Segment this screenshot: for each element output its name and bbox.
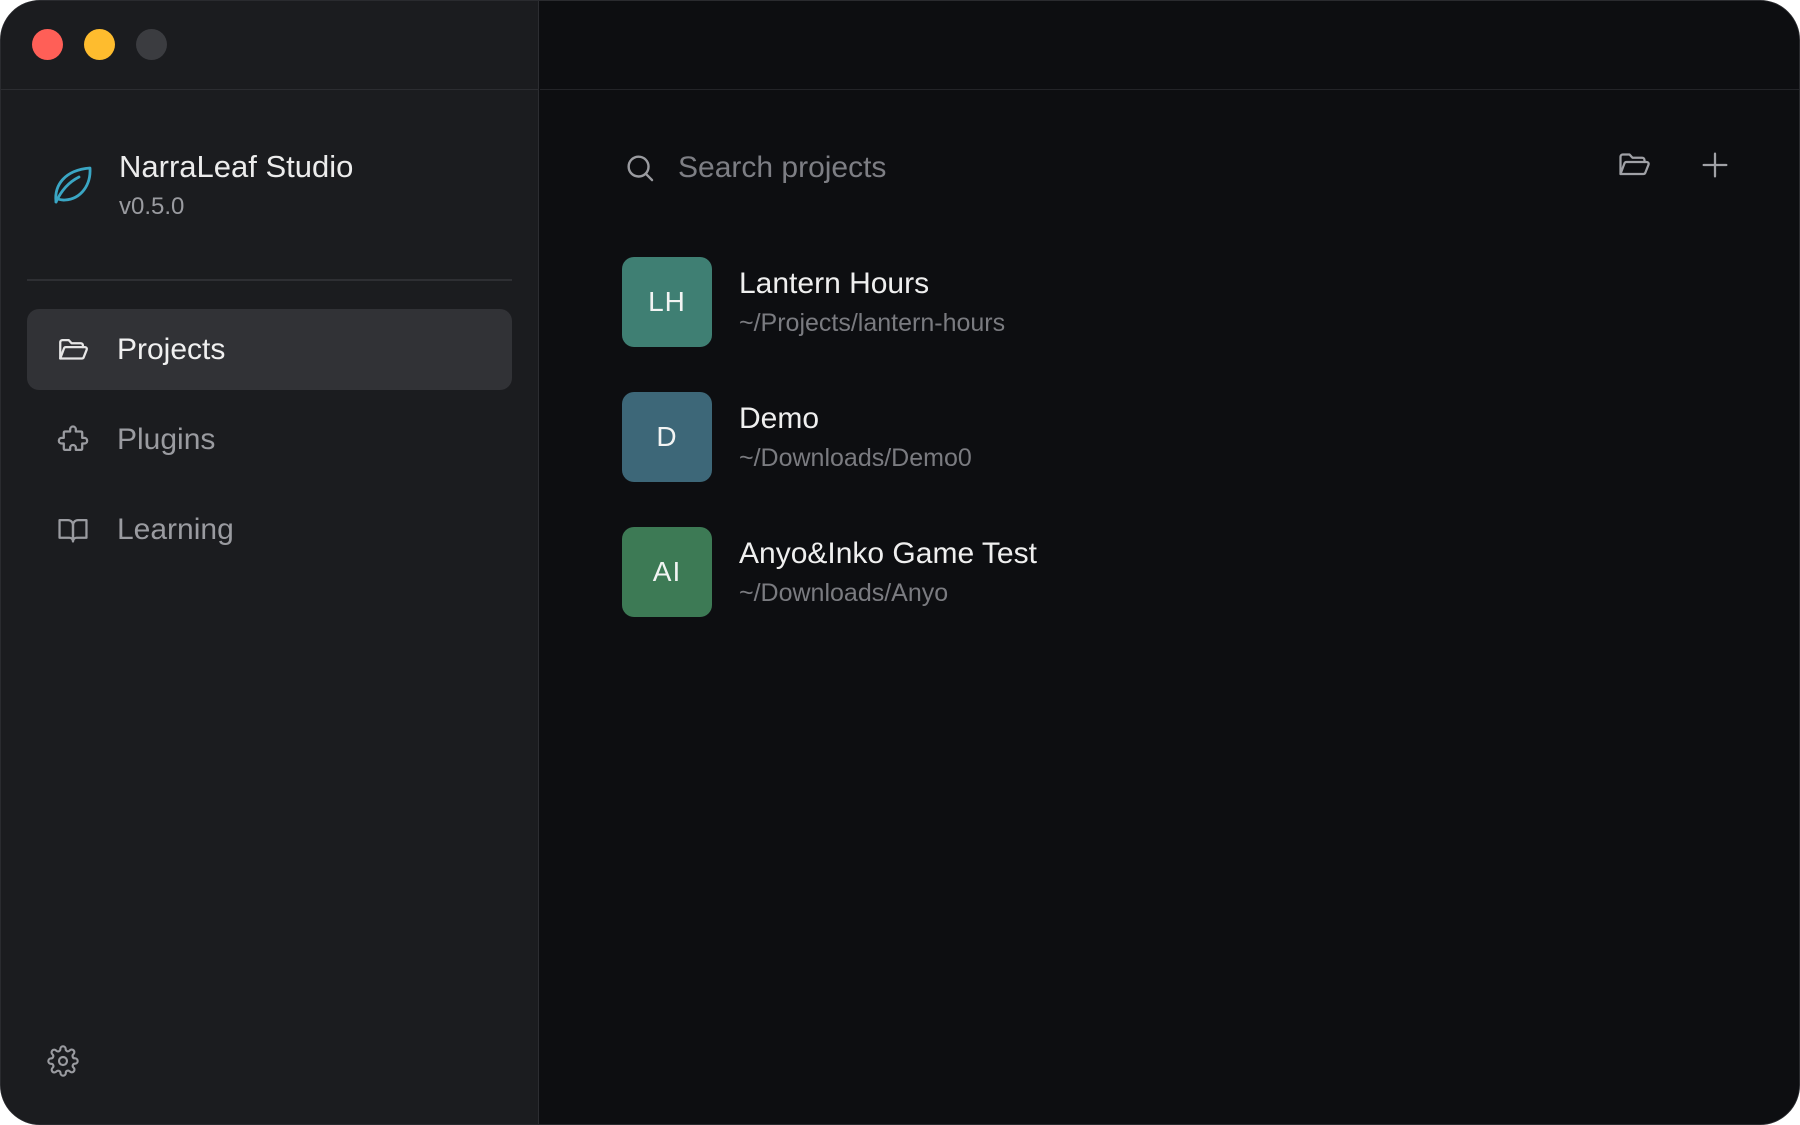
app-version: v0.5.0: [119, 193, 185, 220]
search-icon: [622, 150, 658, 186]
puzzle-icon: [55, 422, 91, 458]
window-close-button[interactable]: [32, 29, 63, 60]
settings-button[interactable]: [45, 1044, 81, 1082]
project-path: ~/Downloads/Anyo: [739, 579, 949, 607]
project-avatar: LH: [622, 257, 712, 347]
gear-icon: [47, 1044, 79, 1082]
window-minimize-button[interactable]: [84, 29, 115, 60]
project-name: Lantern Hours: [739, 267, 930, 300]
plus-icon: [1698, 148, 1732, 187]
sidebar-titlebar: [1, 1, 539, 90]
main-titlebar: [540, 1, 1799, 90]
folder-open-icon: [55, 332, 91, 368]
open-project-button[interactable]: [1614, 147, 1654, 187]
book-open-icon: [55, 512, 91, 548]
project-item-demo[interactable]: D Demo ~/Downloads/Demo0: [622, 392, 1722, 482]
project-item-anyo-inko[interactable]: AI Anyo&Inko Game Test ~/Downloads/Anyo: [622, 527, 1722, 617]
project-avatar: D: [622, 392, 712, 482]
project-info: Anyo&Inko Game Test ~/Downloads/Anyo: [739, 536, 1037, 608]
sidebar-item-label: Learning: [117, 512, 234, 546]
folder-open-icon: [1616, 147, 1652, 188]
app-name: NarraLeaf Studio: [119, 149, 354, 184]
leaf-icon: [49, 161, 97, 209]
sidebar-divider: [27, 279, 512, 281]
search-input[interactable]: [678, 151, 1278, 185]
project-name: Demo: [739, 402, 820, 435]
window-zoom-button[interactable]: [136, 29, 167, 60]
brand: NarraLeaf Studio v0.5.0: [49, 149, 509, 229]
project-info: Demo ~/Downloads/Demo0: [739, 401, 972, 473]
project-item-lantern-hours[interactable]: LH Lantern Hours ~/Projects/lantern-hour…: [622, 257, 1722, 347]
sidebar-item-label: Projects: [117, 332, 226, 366]
project-path: ~/Projects/lantern-hours: [739, 309, 1006, 337]
project-info: Lantern Hours ~/Projects/lantern-hours: [739, 266, 1005, 338]
sidebar-item-learning[interactable]: Learning: [27, 489, 512, 570]
project-path: ~/Downloads/Demo0: [739, 444, 972, 472]
new-project-button[interactable]: [1695, 147, 1735, 187]
search-bar: [622, 141, 1322, 195]
sidebar: NarraLeaf Studio v0.5.0 Projects Plugins: [1, 1, 539, 1124]
sidebar-item-label: Plugins: [117, 422, 216, 456]
sidebar-item-plugins[interactable]: Plugins: [27, 399, 512, 480]
project-avatar: AI: [622, 527, 712, 617]
project-name: Anyo&Inko Game Test: [739, 537, 1037, 570]
app-window: NarraLeaf Studio v0.5.0 Projects Plugins: [0, 0, 1800, 1125]
main-content: LH Lantern Hours ~/Projects/lantern-hour…: [540, 1, 1799, 1124]
sidebar-item-projects[interactable]: Projects: [27, 309, 512, 390]
